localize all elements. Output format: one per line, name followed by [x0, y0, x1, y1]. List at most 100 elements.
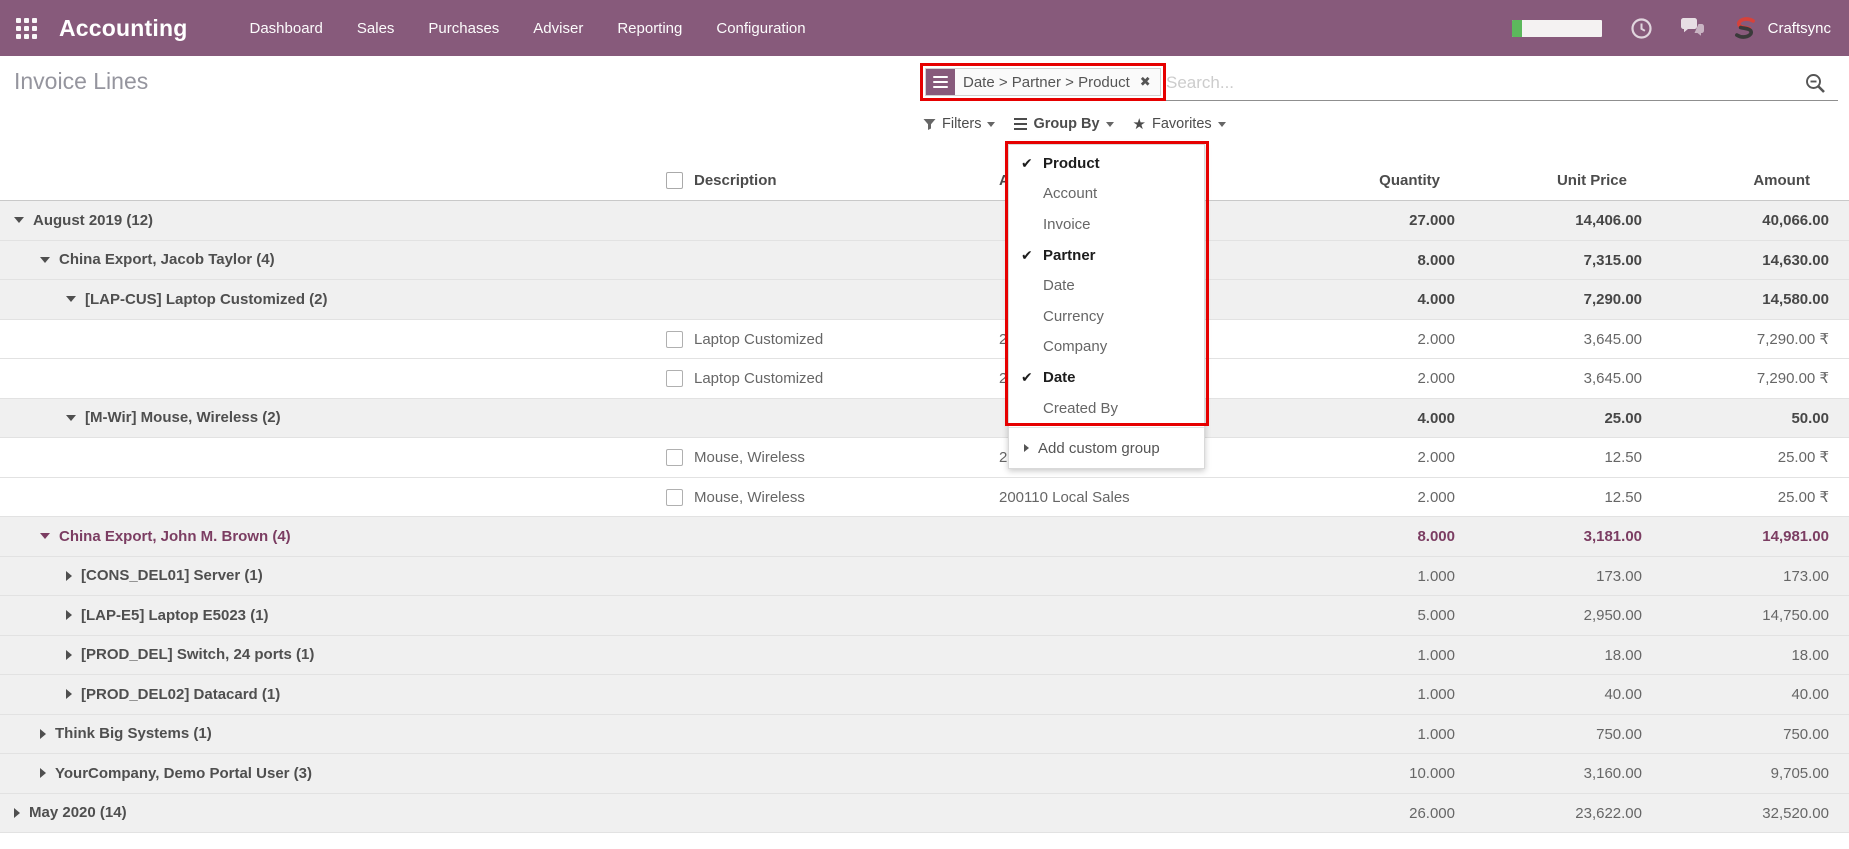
unit-price-cell: 23,622.00 [1482, 794, 1642, 834]
unit-price-cell: 7,290.00 [1482, 280, 1642, 320]
quantity-cell: 2.000 [1295, 438, 1455, 478]
description-cell: Laptop Customized [694, 320, 823, 360]
row-checkbox[interactable] [666, 489, 683, 506]
filters-button[interactable]: Filters [923, 116, 995, 132]
unit-price-cell: 40.00 [1482, 675, 1642, 715]
user-menu[interactable]: Craftsync [1768, 20, 1831, 37]
unit-price-cell: 173.00 [1482, 557, 1642, 597]
facet-remove-icon[interactable]: ✖ [1138, 69, 1160, 95]
add-custom-group-item[interactable]: Add custom group [1009, 428, 1204, 468]
amount-cell: 14,580.00 [1639, 280, 1829, 320]
messages-chat-icon[interactable] [1679, 17, 1706, 39]
groupby-facet-icon [926, 69, 955, 95]
nav-item-reporting[interactable]: Reporting [617, 20, 682, 37]
amount-cell: 40,066.00 [1639, 201, 1829, 241]
group-row[interactable]: [PROD_DEL02] Datacard (1) 1.000 40.00 40… [0, 675, 1849, 715]
chevron-down-icon [1106, 122, 1114, 127]
quantity-cell: 27.000 [1295, 201, 1455, 241]
group-by-bars-icon [1014, 118, 1027, 131]
quantity-cell: 4.000 [1295, 280, 1455, 320]
nav-item-dashboard[interactable]: Dashboard [250, 20, 323, 37]
group-toggle-caret-icon [14, 808, 20, 818]
table-row[interactable]: Laptop Customized 200110 Local Sales 2.0… [0, 320, 1849, 360]
top-navbar: Accounting DashboardSalesPurchasesAdvise… [0, 0, 1849, 56]
groupby-option-created-by[interactable]: ✔Created By [1009, 393, 1204, 424]
select-all-checkbox[interactable] [666, 172, 683, 189]
column-header-quantity[interactable]: Quantity [1290, 161, 1440, 201]
check-icon: ✔ [1021, 155, 1043, 172]
apps-grid-icon[interactable] [16, 18, 37, 39]
amount-cell: 173.00 [1639, 557, 1829, 597]
column-header-amount[interactable]: Amount [1660, 161, 1810, 201]
trial-progress-bar[interactable] [1512, 20, 1602, 37]
activities-clock-icon[interactable] [1630, 17, 1653, 40]
nav-item-configuration[interactable]: Configuration [716, 20, 805, 37]
group-row[interactable]: [M-Wir] Mouse, Wireless (2) 4.000 25.00 … [0, 399, 1849, 439]
search-minus-icon[interactable] [1804, 72, 1828, 101]
amount-cell: 25.00 ₹ [1639, 478, 1829, 518]
group-toggle-caret-icon [40, 729, 46, 739]
group-row[interactable]: August 2019 (12) 27.000 14,406.00 40,066… [0, 201, 1849, 241]
groupby-option-company[interactable]: ✔Company [1009, 332, 1204, 363]
group-by-button[interactable]: Group By [1014, 116, 1113, 132]
nav-item-adviser[interactable]: Adviser [533, 20, 583, 37]
group-label: May 2020 (14) [0, 794, 127, 833]
quantity-cell: 26.000 [1295, 794, 1455, 834]
user-avatar[interactable] [1732, 15, 1759, 42]
search-filter-buttons: Filters Group By ★ Favorites [923, 111, 1226, 137]
nav-item-purchases[interactable]: Purchases [428, 20, 499, 37]
row-checkbox[interactable] [666, 370, 683, 387]
invoice-lines-table: August 2019 (12) 27.000 14,406.00 40,066… [0, 201, 1849, 833]
quantity-cell: 1.000 [1295, 715, 1455, 755]
facet-label: Date > Partner > Product [955, 69, 1138, 95]
group-toggle-caret-icon [66, 571, 72, 581]
group-row[interactable]: [PROD_DEL] Switch, 24 ports (1) 1.000 18… [0, 636, 1849, 676]
table-row[interactable]: Mouse, Wireless 200110 Local Sales 2.000… [0, 478, 1849, 518]
group-toggle-caret-icon [66, 689, 72, 699]
groupby-option-date[interactable]: ✔Date [1009, 270, 1204, 301]
group-row[interactable]: [LAP-CUS] Laptop Customized (2) 4.000 7,… [0, 280, 1849, 320]
amount-cell: 9,705.00 [1639, 754, 1829, 794]
column-header-description[interactable]: Description [694, 161, 777, 201]
group-label: Think Big Systems (1) [0, 715, 212, 754]
table-row[interactable]: Mouse, Wireless 200110 Local Sales 2.000… [0, 438, 1849, 478]
nav-item-sales[interactable]: Sales [357, 20, 395, 37]
quantity-cell: 4.000 [1295, 399, 1455, 439]
group-row[interactable]: [CONS_DEL01] Server (1) 1.000 173.00 173… [0, 557, 1849, 597]
account-cell: 200110 Local Sales [999, 478, 1130, 518]
groupby-option-date[interactable]: ✔Date [1009, 362, 1204, 393]
groupby-option-account[interactable]: ✔Account [1009, 179, 1204, 210]
amount-cell: 40.00 [1639, 675, 1829, 715]
groupby-option-invoice[interactable]: ✔Invoice [1009, 209, 1204, 240]
star-icon: ★ [1133, 117, 1146, 132]
row-checkbox[interactable] [666, 331, 683, 348]
search-input[interactable] [1166, 67, 1766, 99]
group-by-dropdown: ✔Product✔Account✔Invoice✔Partner✔Date✔Cu… [1008, 144, 1205, 469]
group-label: [PROD_DEL02] Datacard (1) [0, 675, 280, 714]
unit-price-cell: 3,181.00 [1482, 517, 1642, 557]
groupby-option-partner[interactable]: ✔Partner [1009, 240, 1204, 271]
filter-funnel-icon [923, 118, 936, 131]
favorites-button[interactable]: ★ Favorites [1133, 116, 1226, 132]
group-label: August 2019 (12) [0, 201, 153, 240]
group-row[interactable]: China Export, Jacob Taylor (4) 8.000 7,3… [0, 241, 1849, 281]
group-row[interactable]: May 2020 (14) 26.000 23,622.00 32,520.00 [0, 794, 1849, 834]
quantity-cell: 2.000 [1295, 359, 1455, 399]
group-label: China Export, John M. Brown (4) [0, 517, 291, 556]
unit-price-cell: 12.50 [1482, 438, 1642, 478]
groupby-option-currency[interactable]: ✔Currency [1009, 301, 1204, 332]
groupby-option-product[interactable]: ✔Product [1009, 148, 1204, 179]
quantity-cell: 8.000 [1295, 517, 1455, 557]
group-row[interactable]: [LAP-E5] Laptop E5023 (1) 5.000 2,950.00… [0, 596, 1849, 636]
row-checkbox[interactable] [666, 449, 683, 466]
table-row[interactable]: Laptop Customized 200110 Local Sales 2.0… [0, 359, 1849, 399]
unit-price-cell: 3,645.00 [1482, 320, 1642, 360]
group-toggle-caret-icon [66, 415, 76, 421]
group-row[interactable]: China Export, John M. Brown (4) 8.000 3,… [0, 517, 1849, 557]
amount-cell: 25.00 ₹ [1639, 438, 1829, 478]
group-row[interactable]: YourCompany, Demo Portal User (3) 10.000… [0, 754, 1849, 794]
group-row[interactable]: Think Big Systems (1) 1.000 750.00 750.0… [0, 715, 1849, 755]
column-header-unit-price[interactable]: Unit Price [1477, 161, 1627, 201]
group-label: [M-Wir] Mouse, Wireless (2) [0, 399, 281, 438]
quantity-cell: 2.000 [1295, 320, 1455, 360]
